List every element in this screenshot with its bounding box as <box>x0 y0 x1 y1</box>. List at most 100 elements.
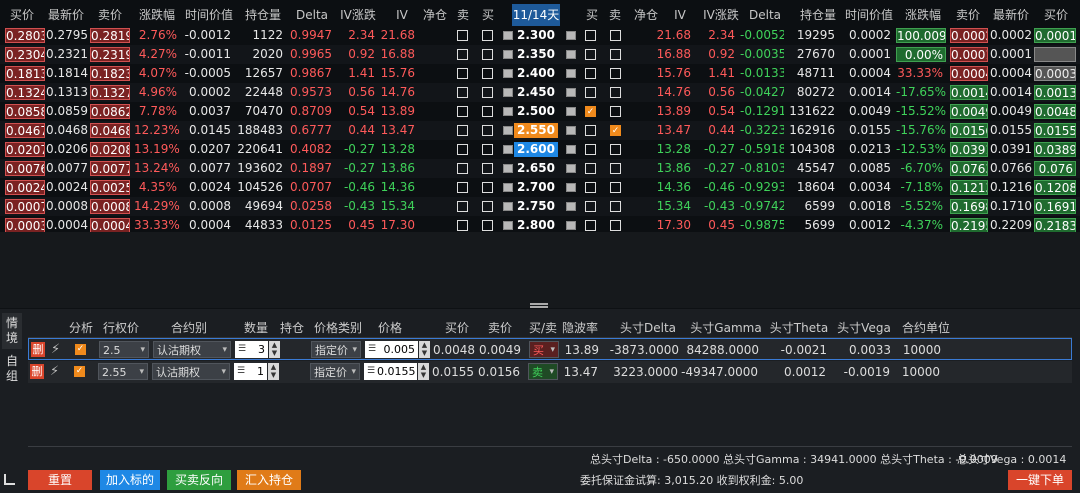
put-bid[interactable]: 0.076 <box>1034 161 1076 176</box>
delete-button[interactable]: 删 <box>30 364 44 379</box>
side-select[interactable]: 买 <box>529 341 559 359</box>
put-chart-icon[interactable] <box>566 31 576 40</box>
analyze-checkbox[interactable]: ✓ <box>75 344 86 355</box>
put-ask[interactable]: 0.1213 <box>950 180 988 195</box>
put-sell-checkbox[interactable] <box>610 49 621 60</box>
chain-row[interactable]: 0.1324 0.1313 0.1327 4.96% 0.0002 22448 0.9573… <box>0 83 1080 102</box>
price-type-select[interactable]: 指定价 <box>311 341 361 359</box>
put-sell-checkbox[interactable] <box>610 106 621 117</box>
call-buy-checkbox[interactable] <box>482 163 493 174</box>
call-buy-checkbox[interactable] <box>482 49 493 60</box>
put-chart-icon[interactable] <box>566 164 576 173</box>
call-chart-icon[interactable] <box>503 69 513 78</box>
lightning-icon[interactable]: ⚡ <box>50 363 64 380</box>
put-bid[interactable]: 0.0013 <box>1034 85 1076 100</box>
call-buy-checkbox[interactable] <box>482 182 493 193</box>
put-ask[interactable]: 0.0004 <box>950 66 988 81</box>
call-chart-icon[interactable] <box>503 31 513 40</box>
put-buy-checkbox[interactable] <box>585 87 596 98</box>
call-bid[interactable]: 0.1813 <box>5 66 45 81</box>
put-sell-checkbox[interactable] <box>610 68 621 79</box>
call-buy-checkbox[interactable] <box>482 87 493 98</box>
tab-custom[interactable]: 自组 <box>2 351 22 387</box>
contract-type-select[interactable]: 认沽期权 <box>153 341 231 359</box>
put-sell-checkbox[interactable] <box>610 220 621 231</box>
call-bid[interactable]: 0.0207 <box>5 142 45 157</box>
call-bid[interactable]: 0.2803 <box>5 28 45 43</box>
put-ask[interactable]: 0.0014 <box>950 85 988 100</box>
put-buy-checkbox[interactable] <box>585 49 596 60</box>
call-bid[interactable]: 0.1324 <box>5 85 45 100</box>
price-input[interactable]: 0.0155 <box>377 363 417 380</box>
delete-button[interactable]: 删 <box>31 342 45 357</box>
put-chart-icon[interactable] <box>566 88 576 97</box>
put-buy-checkbox[interactable] <box>585 125 596 136</box>
analyze-checkbox[interactable]: ✓ <box>74 366 85 377</box>
call-chart-icon[interactable] <box>503 145 513 154</box>
call-sell-checkbox[interactable] <box>457 220 468 231</box>
put-buy-checkbox[interactable] <box>585 163 596 174</box>
put-sell-checkbox[interactable] <box>610 201 621 212</box>
put-chart-icon[interactable] <box>566 126 576 135</box>
expiry-tab[interactable]: 11/14天 <box>512 4 560 26</box>
call-ask[interactable]: 0.0862 <box>90 104 130 119</box>
put-buy-checkbox[interactable] <box>585 30 596 41</box>
call-sell-checkbox[interactable] <box>457 106 468 117</box>
put-sell-checkbox[interactable]: ✓ <box>610 125 621 136</box>
leg-row[interactable]: 删⚡✓2.55认沽期权☰1▲▼指定价☰0.0155▲▼0.01550.0156卖… <box>28 361 1072 383</box>
submit-order-button[interactable]: 一键下单 <box>1008 470 1072 490</box>
call-ask[interactable]: 0.1327 <box>90 85 130 100</box>
call-sell-checkbox[interactable] <box>457 144 468 155</box>
call-chart-icon[interactable] <box>503 88 513 97</box>
quantity-input[interactable]: 1 <box>247 363 267 380</box>
price-stepper[interactable]: ▲ ▼ <box>419 341 430 358</box>
chain-row[interactable]: 0.2304 0.2321 0.2319 4.27% -0.0011 2020 0.9965… <box>0 45 1080 64</box>
put-chart-icon[interactable] <box>566 183 576 192</box>
call-chart-icon[interactable] <box>503 202 513 211</box>
chain-row[interactable]: 0.2803 0.2795 0.2819 2.76% -0.0012 1122 0.9947… <box>0 26 1080 45</box>
call-sell-checkbox[interactable] <box>457 163 468 174</box>
reset-button[interactable]: 重置 <box>28 470 92 490</box>
put-bid[interactable]: 0.0001 <box>1034 28 1076 43</box>
put-bid[interactable]: 0.0389 <box>1034 142 1076 157</box>
call-ask[interactable]: 0.1823 <box>90 66 130 81</box>
price-stepper[interactable]: ▲ ▼ <box>418 363 429 380</box>
quantity-stepper[interactable]: ▲ ▼ <box>268 363 279 380</box>
put-bid[interactable]: 0.1208 <box>1034 180 1076 195</box>
call-chart-icon[interactable] <box>503 183 513 192</box>
put-ask[interactable]: 0.1698 <box>950 199 988 214</box>
put-bid[interactable]: 0.0155 <box>1034 123 1076 138</box>
splitter-handle[interactable] <box>530 303 548 308</box>
call-sell-checkbox[interactable] <box>457 201 468 212</box>
put-ask[interactable]: 0.0002 <box>950 28 988 43</box>
put-bid[interactable]: 0.1691 <box>1034 199 1076 214</box>
call-chart-icon[interactable] <box>503 221 513 230</box>
call-buy-checkbox[interactable] <box>482 201 493 212</box>
contract-type-select[interactable]: 认沽期权 <box>152 363 230 381</box>
price-input[interactable]: 0.005 <box>378 341 418 358</box>
call-sell-checkbox[interactable] <box>457 182 468 193</box>
strike-select[interactable]: 2.5 <box>99 341 149 359</box>
put-buy-checkbox[interactable]: ✓ <box>585 106 596 117</box>
put-buy-checkbox[interactable] <box>585 68 596 79</box>
call-chart-icon[interactable] <box>503 107 513 116</box>
call-bid[interactable]: 0.2304 <box>5 47 45 62</box>
put-ask[interactable]: 0.0049 <box>950 104 988 119</box>
chain-row[interactable]: 0.1813 0.1814 0.1823 4.07% -0.0005 12657 0.986… <box>0 64 1080 83</box>
chain-row[interactable]: 0.0858 0.0859 0.0862 7.78% 0.0037 70470 0.8709… <box>0 102 1080 121</box>
call-bid[interactable]: 0.0024 <box>5 180 45 195</box>
put-sell-checkbox[interactable] <box>610 87 621 98</box>
strike-select[interactable]: 2.55 <box>98 363 148 381</box>
put-chart-icon[interactable] <box>566 69 576 78</box>
chain-row[interactable]: 0.0076 0.0077 0.0077 13.24% 0.0077 193602 0.18… <box>0 159 1080 178</box>
put-bid[interactable]: 0.0003 <box>1034 66 1076 81</box>
put-chart-icon[interactable] <box>566 221 576 230</box>
call-bid[interactable]: 0.0003 <box>5 218 45 233</box>
add-underlying-button[interactable]: 加入标的 <box>100 470 160 490</box>
call-buy-checkbox[interactable] <box>482 106 493 117</box>
put-ask[interactable]: 0.0156 <box>950 123 988 138</box>
call-ask[interactable]: 0.0025 <box>90 180 130 195</box>
put-chart-icon[interactable] <box>566 107 576 116</box>
price-type-select[interactable]: 指定价 <box>310 363 360 381</box>
call-buy-checkbox[interactable] <box>482 68 493 79</box>
